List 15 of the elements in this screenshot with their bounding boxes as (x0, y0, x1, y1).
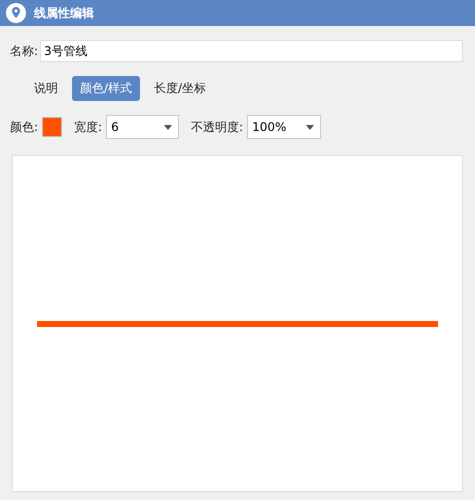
width-dropdown[interactable]: 6 (106, 115, 180, 139)
tab[interactable]: 长度/坐标 (146, 76, 214, 101)
location-pin-icon (6, 3, 26, 23)
width-label: 宽度: (74, 118, 102, 136)
color-label: 颜色: (10, 118, 38, 136)
tab[interactable]: 说明 (26, 76, 66, 101)
dropdown-arrow-icon (164, 124, 172, 130)
name-label: 名称: (10, 42, 38, 60)
opacity-label: 不透明度: (191, 118, 244, 136)
tab[interactable]: 颜色/样式 (72, 76, 140, 101)
name-field[interactable]: 3号管线 (40, 40, 463, 62)
window-title: 线属性编辑 (34, 4, 94, 22)
color-swatch[interactable] (42, 117, 62, 137)
opacity-dropdown[interactable]: 100% (247, 115, 322, 139)
dropdown-arrow-icon (306, 124, 314, 130)
